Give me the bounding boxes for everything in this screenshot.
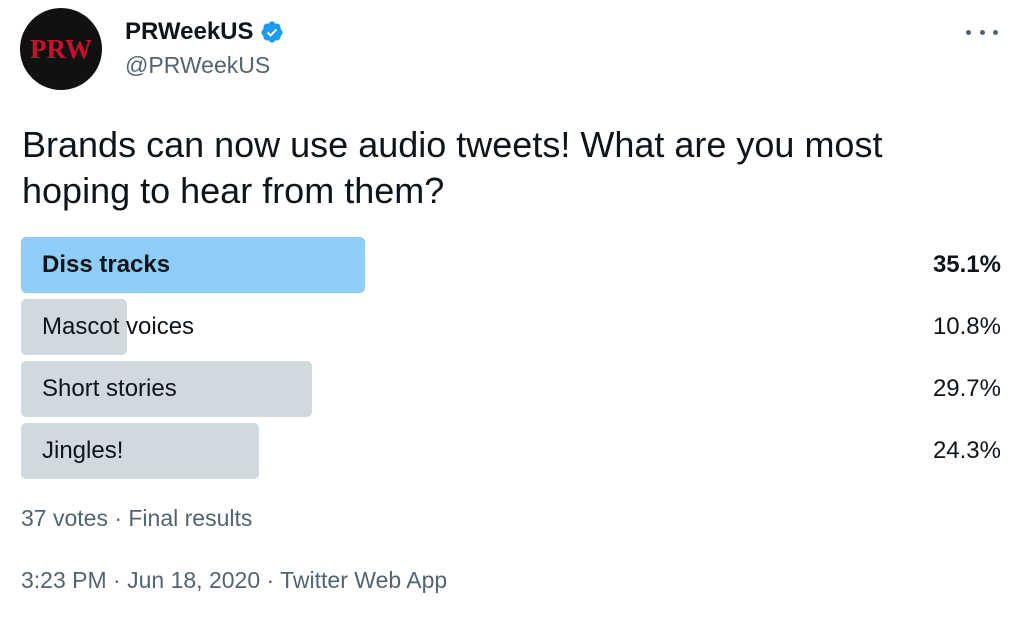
tweet-date-link[interactable]: Jun 18, 2020 <box>127 567 260 593</box>
author-name-row[interactable]: PRWeekUS <box>125 17 284 47</box>
poll-option-label: Mascot voices <box>42 313 195 340</box>
verified-badge-icon <box>261 21 283 43</box>
poll-option-percent: 35.1% <box>932 251 1001 278</box>
tweet-timestamp: 3:23 PM · Jun 18, 2020 · Twitter Web App <box>21 567 447 594</box>
poll-option[interactable]: Diss tracks 35.1% <box>21 237 1001 293</box>
poll-summary: 37 votes · Final results <box>21 505 253 531</box>
separator: · <box>106 567 128 593</box>
display-name[interactable]: PRWeekUS <box>125 18 254 46</box>
avatar[interactable]: PRW <box>20 8 102 90</box>
tweet-time-link[interactable]: 3:23 PM <box>21 567 107 593</box>
poll-option[interactable]: Mascot voices 10.8% <box>21 299 1001 355</box>
poll-option-label: Short stories <box>42 375 177 402</box>
tweet-text: Brands can now use audio tweets! What ar… <box>22 124 883 211</box>
separator: · <box>260 567 281 593</box>
tweet-card: PRW PRWeekUS @PRWeekUS Brands can now us… <box>0 0 1024 623</box>
author-handle[interactable]: @PRWeekUS <box>125 52 270 79</box>
poll-option-label: Jingles! <box>42 437 124 464</box>
tweet-source-link[interactable]: Twitter Web App <box>280 567 447 593</box>
more-dot <box>979 29 985 35</box>
poll-option-percent: 24.3% <box>932 437 1001 464</box>
poll-option-label: Diss tracks <box>42 251 171 278</box>
poll: Diss tracks 35.1% Mascot voices 10.8% Sh… <box>21 237 1001 485</box>
poll-option-percent: 10.8% <box>932 313 1001 340</box>
poll-option-percent: 29.7% <box>932 375 1001 402</box>
more-dot <box>966 29 971 35</box>
more-horizontal-icon[interactable] <box>966 20 998 44</box>
avatar-logo-text: PRW <box>29 33 93 64</box>
poll-option[interactable]: Jingles! 24.3% <box>21 423 1001 479</box>
poll-option[interactable]: Short stories 29.7% <box>21 361 1001 417</box>
more-dot <box>993 29 998 35</box>
